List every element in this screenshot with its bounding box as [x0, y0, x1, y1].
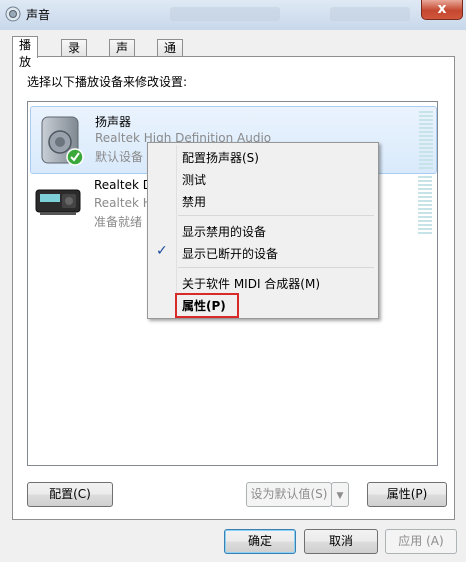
menu-separator: [178, 215, 374, 216]
device-name: Realtek D: [94, 178, 152, 192]
sound-dialog: 声音 x 播放 录制 声音 通信 选择以下播放设备来修改设置:: [0, 0, 466, 562]
device-name: 扬声器: [95, 115, 132, 129]
digital-output-device-icon: [35, 189, 81, 215]
volume-meter: [418, 176, 432, 234]
tab-communications[interactable]: 通信: [157, 39, 184, 72]
menu-item-about-midi-synth[interactable]: 关于软件 MIDI 合成器(M): [182, 275, 320, 292]
menu-item-show-disconnected-devices[interactable]: 显示已断开的设备: [182, 245, 278, 262]
speaker-device-icon: [41, 116, 84, 166]
instruction-text: 选择以下播放设备来修改设置:: [27, 75, 188, 89]
set-default-button[interactable]: 设为默认值(S): [246, 482, 332, 507]
blurred-background-title: [170, 7, 280, 21]
menu-separator: [178, 267, 374, 268]
configure-button[interactable]: 配置(C): [27, 482, 113, 507]
properties-button[interactable]: 属性(P): [367, 482, 447, 507]
menu-item-disable[interactable]: 禁用: [182, 193, 206, 210]
device-context-menu: 配置扬声器(S) 测试 禁用 显示禁用的设备 ✓ 显示已断开的设备 关于软件 M…: [147, 142, 379, 319]
cancel-button[interactable]: 取消: [304, 529, 378, 554]
menu-item-show-disabled-devices[interactable]: 显示禁用的设备: [182, 223, 266, 240]
speaker-app-icon: [5, 6, 21, 22]
apply-button[interactable]: 应用 (A): [385, 529, 457, 554]
volume-meter: [419, 111, 433, 169]
ok-button[interactable]: 确定: [224, 529, 296, 554]
device-description: Realtek H: [94, 196, 152, 210]
tab-playback[interactable]: 播放: [12, 36, 39, 69]
close-button[interactable]: x: [421, 0, 463, 20]
device-status: 默认设备: [95, 150, 144, 164]
chevron-down-icon: ▼: [336, 491, 344, 501]
menu-item-configure-speakers[interactable]: 配置扬声器(S): [182, 149, 259, 166]
set-default-dropdown-button[interactable]: ▼: [331, 482, 349, 507]
highlight-box: [175, 293, 239, 318]
menu-item-test[interactable]: 测试: [182, 171, 206, 188]
title-bar: 声音 x: [0, 0, 466, 28]
device-status: 准备就绪: [94, 215, 143, 229]
tab-recording[interactable]: 录制: [61, 39, 88, 72]
window-title: 声音: [26, 8, 51, 22]
blurred-background-title: [330, 7, 410, 21]
menu-gutter: [176, 145, 177, 316]
tab-sounds[interactable]: 声音: [109, 39, 136, 72]
checkmark-icon: ✓: [156, 243, 168, 259]
